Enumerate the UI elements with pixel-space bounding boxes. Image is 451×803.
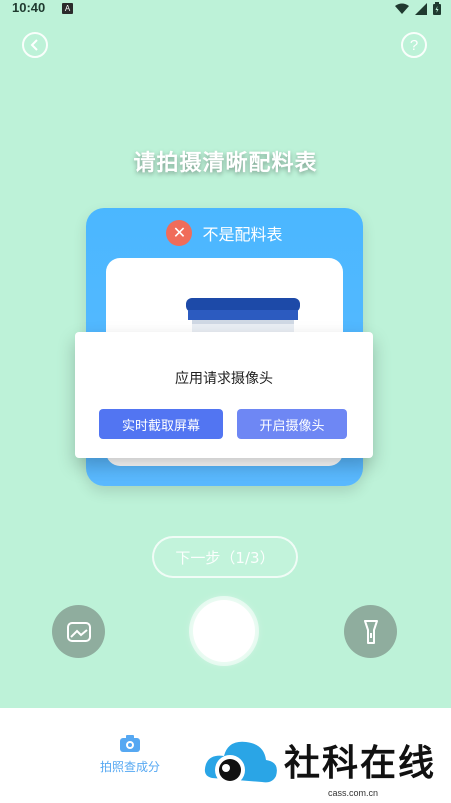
signal-icon [415, 2, 427, 15]
tab-photo-label: 拍照查成分 [99, 760, 160, 774]
chevron-left-icon [30, 39, 38, 51]
status-bar: 10:40 A [0, 0, 451, 18]
next-step-button[interactable]: 下一步（1/3） [152, 536, 298, 578]
watermark-logo: 社科在线 cass.com.cn [200, 708, 451, 803]
back-button[interactable] [22, 32, 48, 58]
open-camera-button[interactable]: 开启摄像头 [237, 409, 347, 439]
wifi-icon [395, 3, 409, 14]
card-status: ✕ 不是配料表 [86, 220, 363, 246]
status-time: 10:40 [12, 0, 46, 15]
flashlight-icon [363, 619, 378, 644]
capture-screen-button[interactable]: 实时截取屏幕 [99, 409, 223, 439]
notification-icon: A [62, 3, 73, 14]
flashlight-button[interactable] [344, 605, 397, 658]
question-icon: ? [409, 36, 419, 54]
gallery-icon [66, 621, 91, 642]
status-icons [395, 2, 441, 15]
permission-dialog: 应用请求摄像头 实时截取屏幕 开启摄像头 [75, 332, 373, 458]
watermark-domain: cass.com.cn [328, 788, 379, 798]
dialog-title: 应用请求摄像头 [175, 371, 273, 387]
help-button[interactable]: ? [401, 32, 427, 58]
shutter-button[interactable] [193, 600, 255, 662]
battery-icon [433, 2, 441, 15]
close-icon: ✕ [166, 220, 193, 246]
camera-icon [120, 735, 140, 752]
logo-icon [204, 741, 277, 785]
page-title: 请拍摄清晰配料表 [133, 151, 318, 176]
tab-photo-ingredients[interactable]: 拍照查成分 [90, 734, 170, 784]
bottom-tab-bar: 拍照查成分 社科在线 cass.com.cn [0, 708, 451, 803]
gallery-button[interactable] [52, 605, 105, 658]
card-status-label: 不是配料表 [202, 225, 283, 244]
watermark-text: 社科在线 [284, 743, 437, 784]
